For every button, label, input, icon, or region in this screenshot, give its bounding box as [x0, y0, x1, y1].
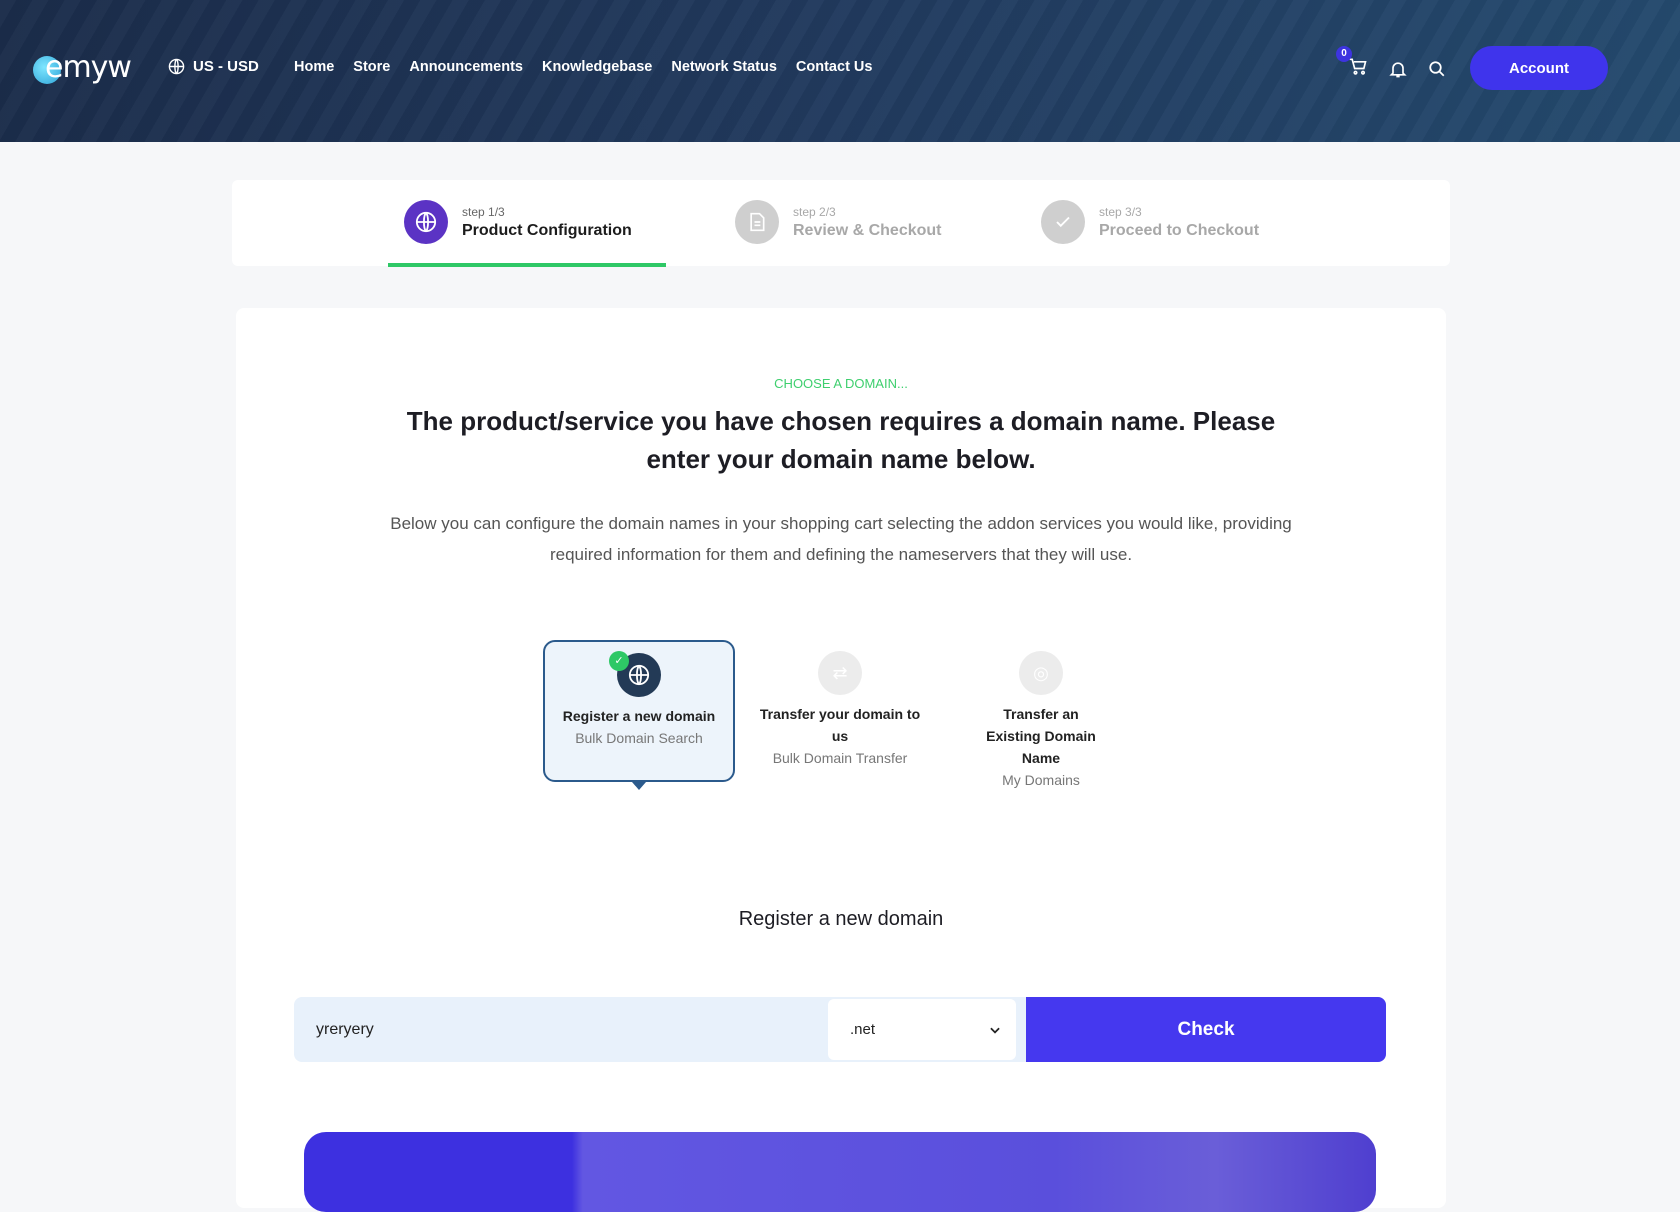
- nav-network-status[interactable]: Network Status: [671, 59, 777, 75]
- currency-selector[interactable]: US - USD: [168, 58, 259, 75]
- nav-knowledgebase[interactable]: Knowledgebase: [542, 59, 652, 75]
- domain-search-row: .net Check: [294, 997, 1386, 1062]
- account-button[interactable]: Account: [1470, 46, 1608, 90]
- option-subtitle: My Domains: [1002, 772, 1080, 788]
- chevron-down-icon: [990, 1027, 1000, 1034]
- cart-icon: [1349, 58, 1367, 75]
- option-title: Register a new domain: [562, 708, 716, 724]
- option-existing-domain[interactable]: ◎ Transfer an Existing Domain Name My Do…: [945, 640, 1137, 788]
- currency-label: US - USD: [193, 58, 259, 75]
- page-description: Below you can configure the domain names…: [390, 514, 1292, 564]
- step-title: Product Configuration: [462, 221, 632, 239]
- cart-button[interactable]: 0: [1336, 46, 1368, 81]
- document-icon: [750, 212, 765, 232]
- option-subtitle: Bulk Domain Search: [575, 730, 703, 746]
- globe-icon: [168, 58, 185, 75]
- domain-input[interactable]: [294, 997, 828, 1062]
- step-number: step 1/3: [462, 204, 505, 219]
- selected-check-icon: ✓: [609, 651, 629, 671]
- nav-home[interactable]: Home: [294, 59, 334, 75]
- active-step-indicator: [388, 263, 666, 267]
- option-subtitle: Bulk Domain Transfer: [772, 750, 908, 766]
- site-header: emyw US - USD Home Store Announcements K…: [0, 0, 1680, 142]
- option-transfer-domain[interactable]: ⇄ Transfer your domain to us Bulk Domain…: [744, 640, 936, 782]
- option-title: Transfer an Existing Domain Name: [986, 706, 1096, 766]
- domain-icon: ◎: [1033, 662, 1049, 683]
- option-title: Transfer your domain to us: [759, 706, 921, 744]
- logo[interactable]: emyw: [33, 50, 143, 86]
- step-review-checkout[interactable]: step 2/3 Review & Checkout: [735, 200, 941, 244]
- step-number: step 3/3: [1099, 204, 1142, 219]
- main-nav: Home Store Announcements Knowledgebase N…: [294, 59, 872, 75]
- eyebrow: CHOOSE A DOMAIN...: [774, 376, 908, 391]
- globe-icon: [415, 211, 437, 233]
- domain-card: CHOOSE A DOMAIN... The product/service y…: [236, 308, 1446, 1212]
- check-button[interactable]: Check: [1026, 997, 1386, 1062]
- globe-icon: [628, 664, 650, 686]
- step-title: Proceed to Checkout: [1099, 221, 1260, 239]
- cart-count-badge: 0: [1336, 46, 1352, 62]
- step-title: Review & Checkout: [793, 221, 942, 239]
- checkout-steps: step 1/3 Product Configuration step 2/3 Re…: [232, 180, 1450, 267]
- nav-contact-us[interactable]: Contact Us: [796, 59, 873, 75]
- register-title: Register a new domain: [738, 908, 944, 930]
- step-proceed-checkout[interactable]: step 3/3 Proceed to Checkout: [1041, 200, 1259, 244]
- step-number: step 2/3: [793, 204, 836, 219]
- nav-store[interactable]: Store: [353, 59, 390, 75]
- tld-value: .net: [850, 1021, 876, 1038]
- tld-select[interactable]: .net: [828, 999, 1016, 1060]
- check-icon: [1056, 216, 1070, 228]
- step-product-configuration[interactable]: step 1/3 Product Configuration: [404, 200, 632, 244]
- search-icon[interactable]: [1428, 60, 1446, 78]
- option-register-domain[interactable]: ✓ Register a new domain Bulk Domain Sear…: [543, 640, 735, 790]
- promo-banner: [304, 1132, 1376, 1212]
- page-heading: The product/service you have chosen requ…: [406, 406, 1276, 474]
- transfer-icon: ⇄: [832, 662, 848, 683]
- nav-announcements[interactable]: Announcements: [409, 59, 523, 75]
- bell-icon[interactable]: [1388, 59, 1408, 79]
